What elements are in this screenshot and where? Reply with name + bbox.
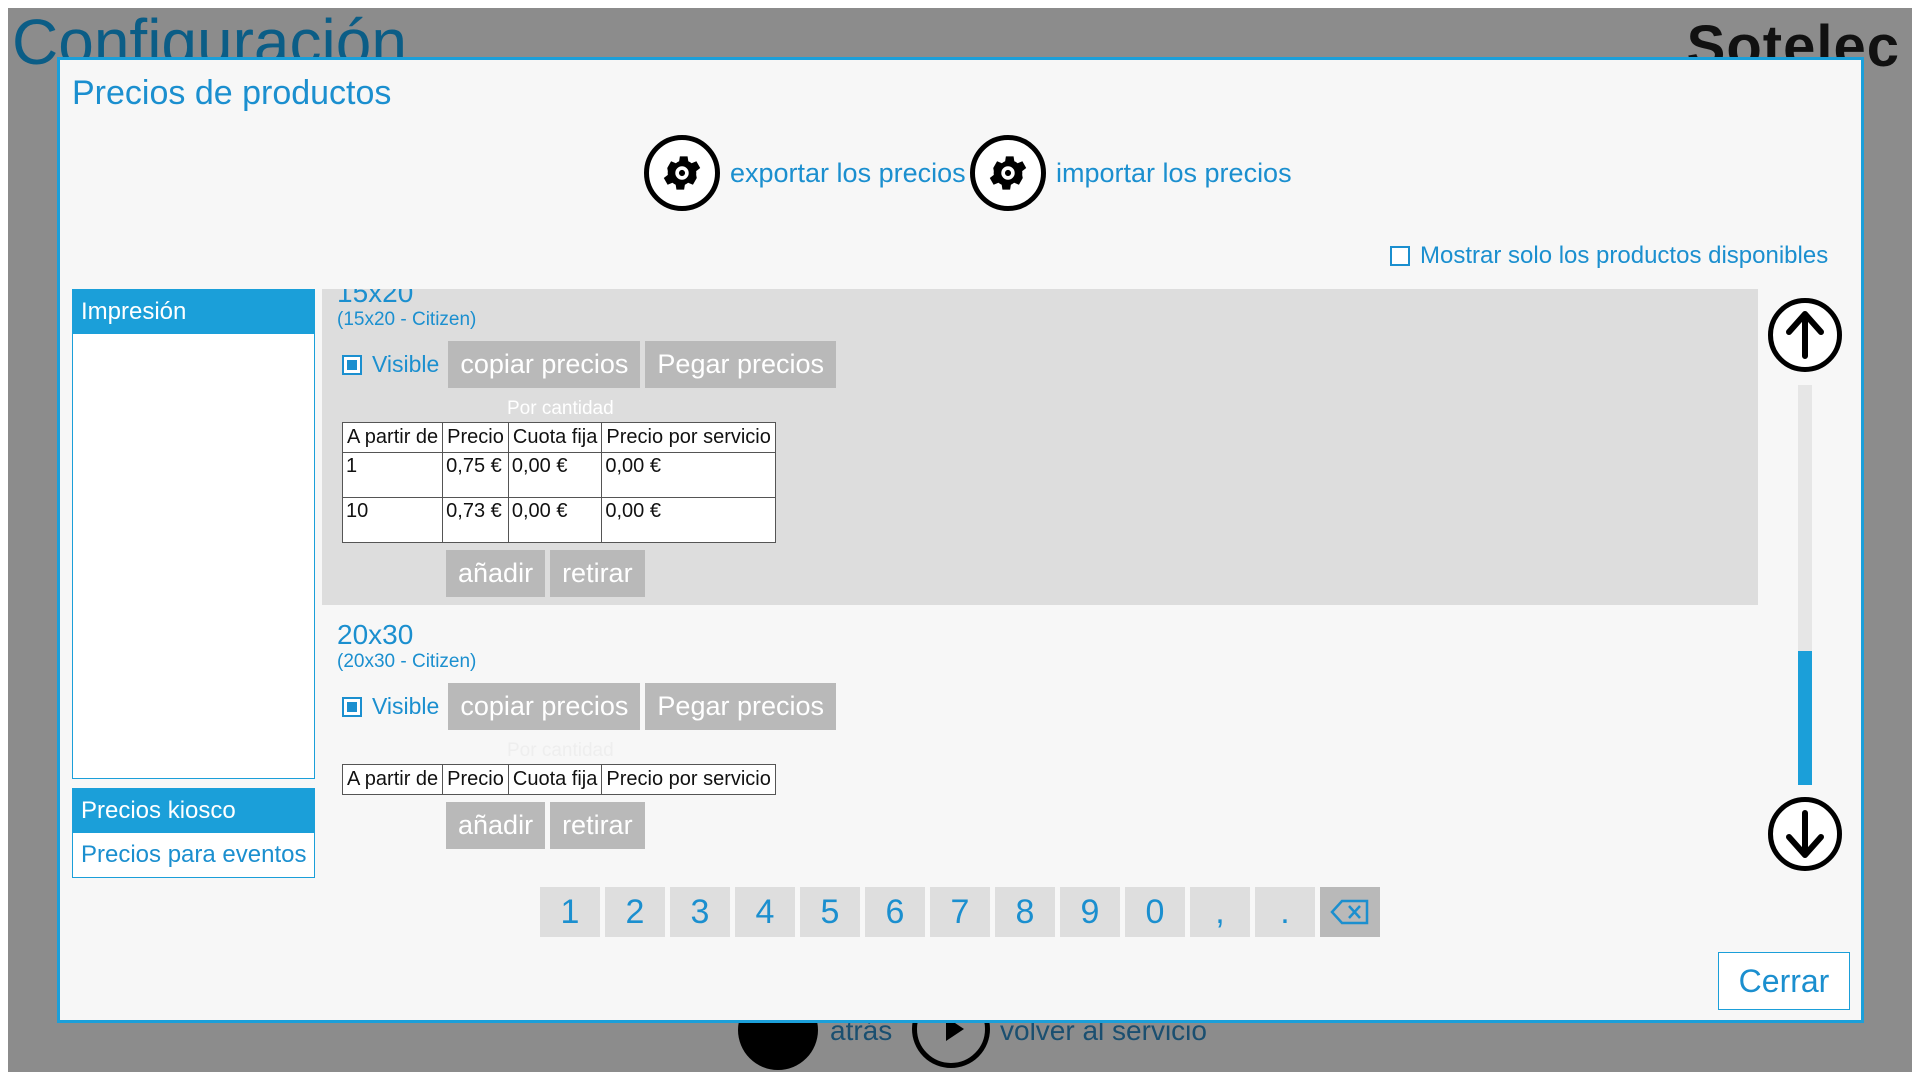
only-available-label: Mostrar solo los productos disponibles [1420,242,1829,269]
visible-label: Visible [372,693,440,719]
product-card: 20x30 (20x30 - Citizen) Visible copiar p… [322,605,1758,857]
import-prices-button[interactable]: importar los precios [970,135,1292,211]
by-quantity-label: Por cantidad [507,398,614,419]
export-prices-label: exportar los precios [730,157,966,188]
product-prices-dialog: Precios de productos exportar los precio… [57,57,1864,1023]
price-type-menu: Precios kiosco Precios para eventos [72,788,315,878]
column-header: Precio por servicio [601,764,776,795]
arrow-up-icon [1786,311,1824,359]
from-qty-cell[interactable]: 10 [341,497,444,543]
only-available-toggle[interactable]: Mostrar solo los productos disponibles [1390,242,1828,270]
paste-prices-button[interactable]: Pegar precios [645,341,837,388]
numeric-keypad: 1 2 3 4 5 6 7 8 9 0 , . [540,887,1385,937]
product-subtitle: (15x20 - Citizen) [337,309,477,330]
arrow-down-icon [1786,810,1824,858]
backspace-icon [1330,899,1369,925]
visible-checkbox[interactable] [342,354,362,375]
price-table: A partir de Precio Cuota fija Precio por… [341,764,776,795]
visible-checkbox[interactable] [342,696,362,717]
column-header: A partir de [341,764,444,795]
key-9[interactable]: 9 [1060,887,1120,937]
column-header: Cuota fija [507,422,603,453]
gear-icon [970,135,1046,211]
only-available-checkbox[interactable] [1390,246,1410,266]
key-comma[interactable]: , [1190,887,1250,937]
key-1[interactable]: 1 [540,887,600,937]
remove-button[interactable]: retirar [550,802,645,849]
visible-label: Visible [372,351,440,377]
key-5[interactable]: 5 [800,887,860,937]
export-prices-button[interactable]: exportar los precios [644,135,966,211]
column-header: Cuota fija [507,764,603,795]
remove-button[interactable]: retirar [550,550,645,597]
fixed-fee-cell[interactable]: 0,00 € [507,497,603,543]
table-row: 1 0,75 € 0,00 € 0,00 € [341,452,776,498]
scroll-up-button[interactable] [1768,298,1842,372]
service-price-cell[interactable]: 0,00 € [601,497,776,543]
column-header: Precio [442,422,509,453]
product-name: 15x20 [337,289,414,308]
key-4[interactable]: 4 [735,887,795,937]
from-qty-cell[interactable]: 1 [341,452,444,498]
product-card: 15x20 (15x20 - Citizen) Visible copiar p… [322,289,1758,605]
column-header: A partir de [341,422,444,453]
visible-toggle[interactable]: Visible [342,351,439,378]
dialog-title: Precios de productos [72,74,392,112]
key-7[interactable]: 7 [930,887,990,937]
scrollbar-thumb[interactable] [1798,651,1812,785]
key-8[interactable]: 8 [995,887,1055,937]
column-header: Precio [442,764,509,795]
product-name: 20x30 [337,619,414,650]
scrollbar[interactable] [1798,385,1812,785]
column-header: Precio por servicio [601,422,776,453]
key-period[interactable]: . [1255,887,1315,937]
backspace-key[interactable] [1320,887,1380,937]
sidebar-item-kiosk-prices[interactable]: Precios kiosco [73,789,314,833]
sidebar-item-event-prices[interactable]: Precios para eventos [73,833,314,877]
sidebar-item-impresion[interactable]: Impresión [73,290,314,334]
product-subtitle: (20x30 - Citizen) [337,651,477,672]
fixed-fee-cell[interactable]: 0,00 € [507,452,603,498]
copy-prices-button[interactable]: copiar precios [448,341,641,388]
visible-toggle[interactable]: Visible [342,693,439,720]
key-0[interactable]: 0 [1125,887,1185,937]
table-row: 10 0,73 € 0,00 € 0,00 € [341,497,776,543]
copy-prices-button[interactable]: copiar precios [448,683,641,730]
gear-icon [644,135,720,211]
price-cell[interactable]: 0,75 € [442,452,509,498]
import-prices-label: importar los precios [1056,157,1292,188]
key-2[interactable]: 2 [605,887,665,937]
by-quantity-label: Por cantidad [507,740,614,761]
close-button[interactable]: Cerrar [1718,952,1850,1010]
product-list[interactable]: 15x20 (15x20 - Citizen) Visible copiar p… [322,289,1758,929]
service-price-cell[interactable]: 0,00 € [601,452,776,498]
paste-prices-button[interactable]: Pegar precios [645,683,837,730]
price-cell[interactable]: 0,73 € [442,497,509,543]
key-6[interactable]: 6 [865,887,925,937]
add-button[interactable]: añadir [446,550,546,597]
add-button[interactable]: añadir [446,802,546,849]
category-sidebar: Impresión [72,289,315,779]
price-table: A partir de Precio Cuota fija Precio por… [341,422,776,543]
scroll-down-button[interactable] [1768,797,1842,871]
key-3[interactable]: 3 [670,887,730,937]
